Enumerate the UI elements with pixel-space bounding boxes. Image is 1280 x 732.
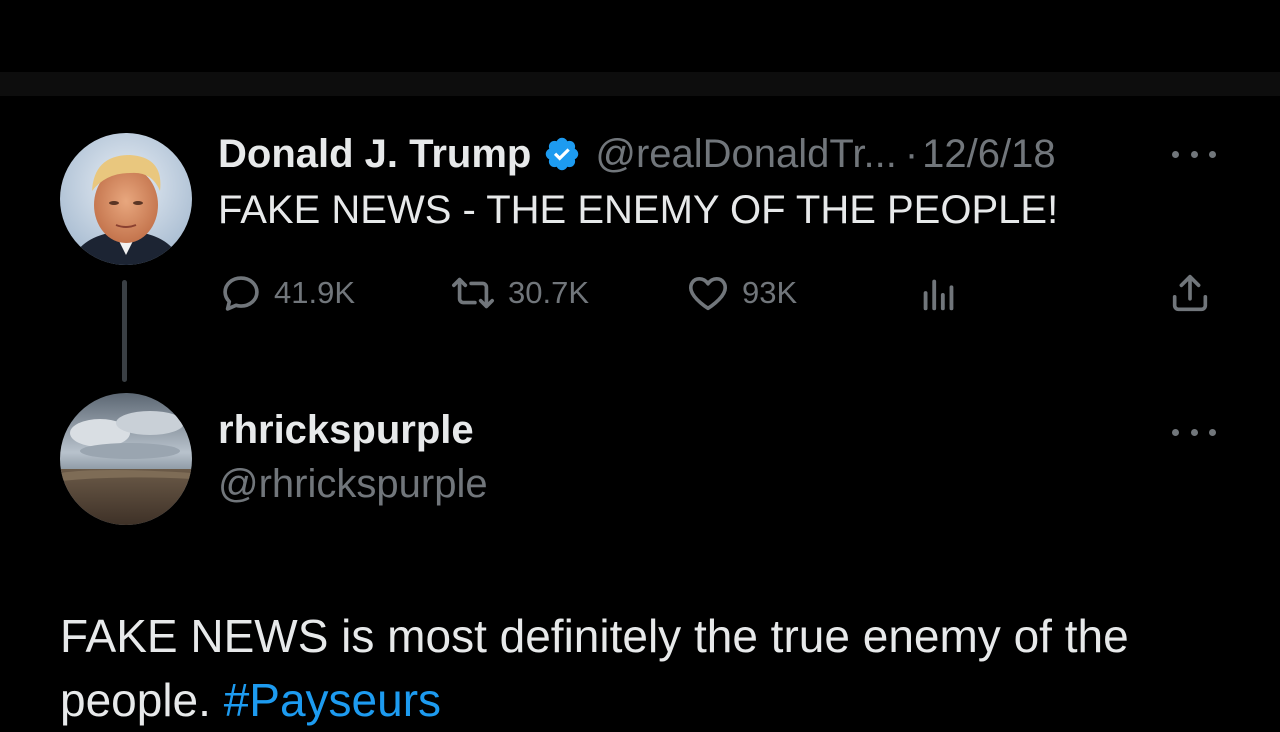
- more-dot: [1209, 428, 1216, 436]
- retweet-count: 30.7K: [508, 275, 590, 310]
- author-display-name[interactable]: Donald J. Trump: [218, 132, 531, 177]
- like-count: 93K: [742, 275, 798, 310]
- more-dot: [1190, 150, 1198, 158]
- tweet-text: FAKE NEWS - THE ENEMY OF THE PEOPLE!: [218, 188, 1059, 232]
- more-dot: [1190, 428, 1198, 436]
- hashtag-link[interactable]: #Payseurs: [224, 674, 441, 726]
- views-chart-icon: [923, 279, 954, 311]
- top-divider-band: [0, 72, 1280, 96]
- reply-text: FAKE NEWS is most definitely the true en…: [60, 604, 1220, 732]
- more-dot: [1172, 428, 1179, 436]
- more-options-icon[interactable]: [1172, 144, 1216, 164]
- share-icon: [1172, 274, 1208, 312]
- reply-icon: [223, 276, 259, 311]
- header-separator: ·: [904, 131, 919, 176]
- retweet-button[interactable]: 30.7K: [448, 270, 589, 316]
- more-dot: [1209, 150, 1216, 158]
- avatar-reply-user[interactable]: [60, 393, 192, 525]
- author-handle[interactable]: @realDonaldTr...: [595, 132, 896, 177]
- more-dot: [1172, 150, 1179, 158]
- reply-button[interactable]: 41.9K: [218, 270, 355, 316]
- views-button[interactable]: [916, 270, 972, 316]
- tweet-date[interactable]: 12/6/18: [922, 132, 1055, 177]
- like-button[interactable]: 93K: [684, 270, 797, 316]
- avatar-trump[interactable]: [60, 133, 192, 265]
- more-options-icon[interactable]: [1172, 422, 1216, 442]
- reply-text-body: FAKE NEWS is most definitely the true en…: [60, 610, 1129, 726]
- reply-display-name[interactable]: rhrickspurple: [218, 408, 474, 453]
- verified-badge-icon: [546, 137, 579, 171]
- reply-handle[interactable]: @rhrickspurple: [218, 462, 488, 507]
- tweet-header: Donald J. Trump @realDonaldTr... · 12/6/…: [218, 126, 1056, 182]
- heart-icon: [688, 276, 728, 311]
- share-button[interactable]: [1166, 270, 1224, 316]
- tweet-actions-bar: 41.9K 30.7K 93K: [0, 270, 1280, 316]
- retweet-icon: [452, 277, 494, 309]
- reply-count: 41.9K: [274, 275, 356, 310]
